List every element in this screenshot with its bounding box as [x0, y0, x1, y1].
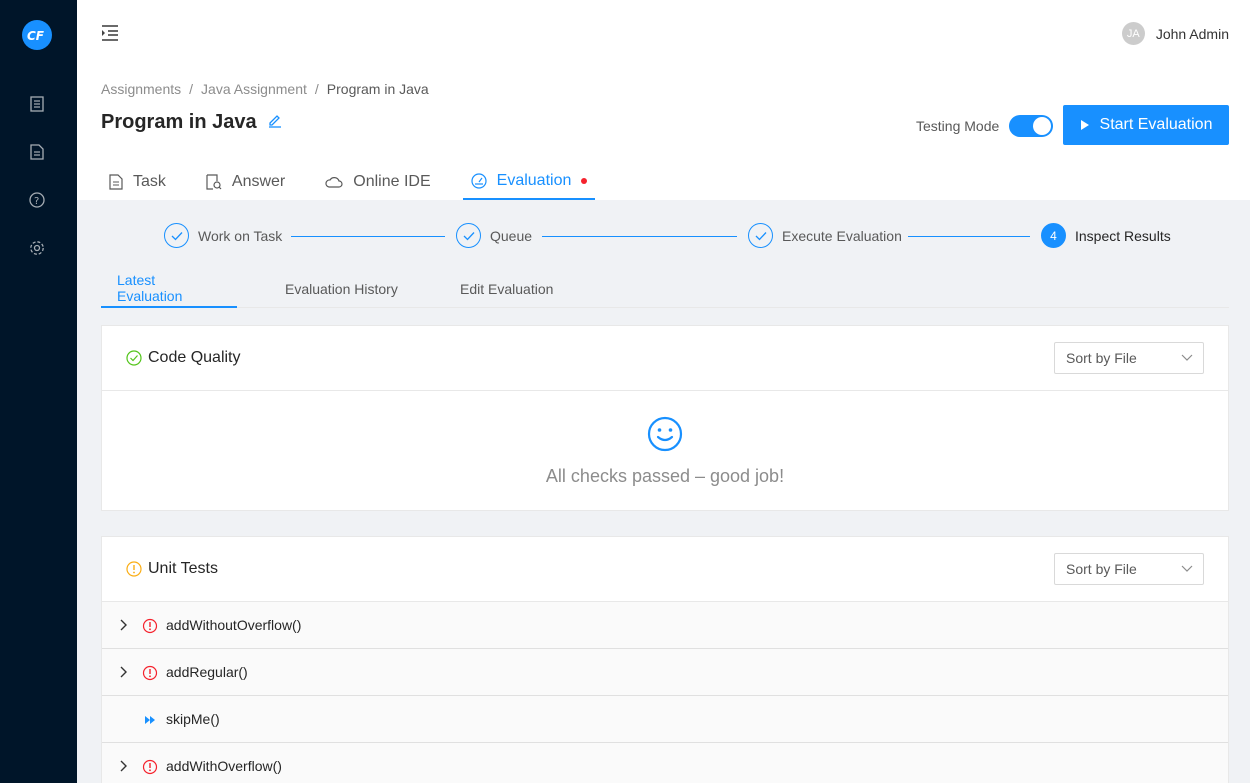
chevron-down-icon	[1181, 354, 1193, 361]
chevron-right-icon[interactable]	[119, 760, 129, 772]
test-name: addWithOverflow()	[166, 758, 282, 774]
file-icon	[109, 174, 123, 190]
main-tabs: Task Answer Online IDE Evaluation	[101, 164, 619, 200]
card-title: Unit Tests	[148, 560, 218, 577]
breadcrumb-assignments[interactable]: Assignments	[101, 81, 181, 97]
test-name: skipMe()	[166, 711, 220, 727]
sort-select-value: Sort by File	[1066, 350, 1137, 366]
fast-forward-icon	[145, 716, 155, 724]
svg-text:?: ?	[34, 196, 39, 207]
nav-document-icon[interactable]	[27, 142, 47, 162]
card-header: Unit Tests Sort by File	[102, 537, 1228, 602]
start-evaluation-button[interactable]: Start Evaluation	[1063, 105, 1229, 145]
edit-icon[interactable]	[267, 111, 283, 134]
breadcrumb: Assignments / Java Assignment / Program …	[101, 81, 429, 97]
chevron-right-icon[interactable]	[119, 666, 129, 678]
test-row[interactable]: addRegular()	[102, 649, 1228, 696]
sort-select[interactable]: Sort by File	[1054, 342, 1204, 374]
evaluation-subtabs: Latest Evaluation Evaluation History Edi…	[101, 270, 1229, 308]
chevron-down-icon	[1181, 565, 1193, 572]
error-circle-icon	[142, 618, 158, 634]
sort-select-value: Sort by File	[1066, 561, 1137, 577]
tab-label: Task	[133, 173, 166, 190]
testing-mode-label: Testing Mode	[916, 118, 1000, 134]
test-row[interactable]: skipMe()	[102, 696, 1228, 743]
menu-unfold-icon[interactable]	[100, 23, 120, 43]
top-header: JA John Admin	[77, 0, 1250, 65]
tab-label: Evaluation	[496, 172, 572, 189]
evaluation-steps: Work on Task Queue Execute Evaluation 4 …	[164, 223, 1174, 251]
code-quality-card: Code Quality Sort by File All checks pas…	[101, 325, 1229, 511]
app-logo[interactable]: CF	[22, 20, 52, 50]
test-name: addRegular()	[166, 664, 248, 680]
chevron-right-icon[interactable]	[119, 619, 129, 631]
dashboard-icon	[471, 173, 487, 189]
step-connector	[908, 236, 1030, 237]
notification-dot	[581, 178, 588, 184]
test-name: addWithoutOverflow()	[166, 617, 302, 633]
sort-select[interactable]: Sort by File	[1054, 553, 1204, 585]
tab-label: Answer	[231, 173, 286, 190]
step-label: Inspect Results	[1075, 227, 1171, 244]
step-label: Work on Task	[198, 227, 283, 244]
breadcrumb-separator: /	[189, 81, 194, 97]
tab-task[interactable]: Task	[101, 164, 174, 200]
nav-help-icon[interactable]: ?	[27, 190, 47, 210]
card-title: Code Quality	[148, 349, 241, 366]
smile-icon	[647, 416, 683, 451]
step-label: Queue	[490, 227, 533, 244]
step-number: 4	[1041, 223, 1066, 248]
play-icon	[1080, 120, 1089, 130]
empty-message: All checks passed – good job!	[545, 465, 785, 486]
check-icon	[748, 223, 773, 248]
tab-label: Online IDE	[353, 173, 431, 190]
step-label: Execute Evaluation	[782, 227, 902, 244]
user-menu[interactable]: JA John Admin	[1121, 22, 1229, 45]
sidebar: CF ?	[0, 0, 77, 783]
warning-circle-icon	[126, 561, 142, 577]
step-queue: Queue	[456, 223, 532, 248]
cloud-icon	[325, 177, 343, 188]
empty-state: All checks passed – good job!	[102, 391, 1228, 511]
step-execute-evaluation: Execute Evaluation	[748, 223, 902, 248]
tab-evaluation[interactable]: Evaluation	[462, 164, 596, 200]
error-circle-icon	[142, 759, 158, 775]
breadcrumb-separator: /	[314, 81, 319, 97]
testing-mode: Testing Mode	[916, 115, 1054, 137]
step-connector	[291, 236, 445, 237]
page-title: Program in Java	[101, 111, 257, 133]
svg-text:CF: CF	[27, 29, 45, 42]
check-icon	[456, 223, 481, 248]
step-work-on-task: Work on Task	[164, 223, 282, 248]
card-header: Code Quality Sort by File	[102, 326, 1228, 391]
step-inspect-results: 4 Inspect Results	[1041, 223, 1171, 248]
tab-online-ide[interactable]: Online IDE	[317, 164, 438, 200]
testing-mode-toggle[interactable]	[1009, 115, 1054, 137]
breadcrumb-current: Program in Java	[326, 81, 429, 97]
nav-assignments-icon[interactable]	[27, 94, 47, 114]
breadcrumb-java-assignment[interactable]: Java Assignment	[201, 81, 307, 97]
subtab-latest-evaluation[interactable]: Latest Evaluation	[101, 270, 237, 308]
tab-answer[interactable]: Answer	[198, 164, 293, 200]
page-title-row: Program in Java	[101, 111, 283, 134]
page-header: Assignments / Java Assignment / Program …	[77, 65, 1250, 200]
unit-tests-card: Unit Tests Sort by File addWithoutOverfl…	[101, 536, 1229, 783]
step-connector	[542, 236, 737, 237]
check-circle-icon	[126, 350, 142, 366]
user-name: John Admin	[1155, 25, 1229, 42]
subtab-edit-evaluation[interactable]: Edit Evaluation	[444, 270, 569, 308]
check-icon	[164, 223, 189, 248]
error-circle-icon	[142, 665, 158, 681]
subtab-evaluation-history[interactable]: Evaluation History	[269, 270, 414, 308]
cf-logo-icon: CF	[27, 29, 45, 42]
file-search-icon	[206, 174, 222, 190]
test-row[interactable]: addWithOverflow()	[102, 743, 1228, 783]
test-row[interactable]: addWithoutOverflow()	[102, 602, 1228, 649]
start-evaluation-label: Start Evaluation	[1099, 116, 1213, 133]
avatar: JA	[1121, 22, 1145, 45]
nav-settings-icon[interactable]	[27, 238, 47, 258]
